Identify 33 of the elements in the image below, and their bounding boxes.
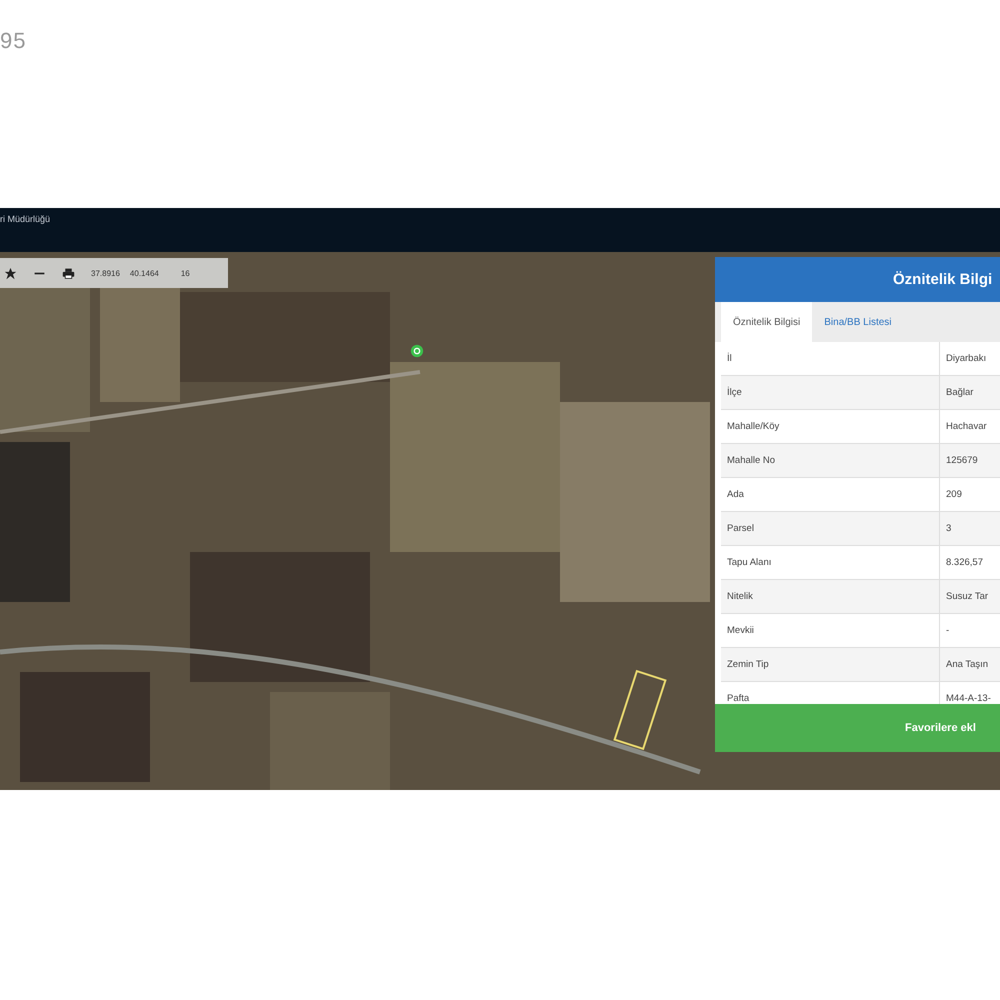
table-cell: 209 — [939, 478, 1000, 511]
table-cell-text: Mahalle No — [726, 454, 776, 468]
table-cell: 125679 — [939, 444, 1000, 477]
panel-title: Öznitelik Bilgi — [893, 271, 992, 288]
table-cell-text: Parsel — [726, 522, 755, 536]
table-cell-text: Tapu Alanı — [726, 556, 772, 570]
table-cell: Diyarbakı — [939, 342, 1000, 375]
print-icon[interactable] — [62, 266, 75, 280]
table-cell-text: Nitelik — [726, 590, 754, 604]
panel-tab[interactable]: Bina/BB Listesi — [812, 302, 904, 342]
table-cell-text: Zemin Tip — [726, 658, 770, 672]
latitude-value: 37.8916 — [91, 268, 120, 278]
table-cell: 8.326,57 — [939, 546, 1000, 579]
header-title: ri Müdürlüğü — [0, 214, 50, 224]
table-cell-text: İl — [726, 352, 733, 366]
add-to-favorites-button[interactable]: Favorilere ekl — [715, 704, 1000, 752]
table-cell-text: İlçe — [726, 386, 743, 400]
table-cell-text: Pafta — [726, 692, 750, 704]
table-cell: Bağlar — [939, 376, 1000, 409]
location-pin-icon — [410, 344, 424, 358]
page-number: 95 — [0, 28, 26, 53]
table-cell-text: Mevkii — [726, 624, 755, 638]
table-cell-text: Ada — [726, 488, 745, 502]
table-cell: 3 — [939, 512, 1000, 545]
table-cell: Hachavar — [939, 410, 1000, 443]
longitude-value: 40.1464 — [130, 268, 159, 278]
zoom-level: 16 — [180, 268, 190, 278]
table-cell: Susuz Tar — [939, 580, 1000, 613]
table-cell-text: Mahalle/Köy — [726, 420, 780, 434]
table-cell: - — [939, 614, 1000, 647]
panel-tab[interactable]: Öznitelik Bilgisi — [721, 302, 812, 342]
star-icon[interactable] — [4, 266, 17, 280]
table-cell: Ana Taşın — [939, 648, 1000, 681]
